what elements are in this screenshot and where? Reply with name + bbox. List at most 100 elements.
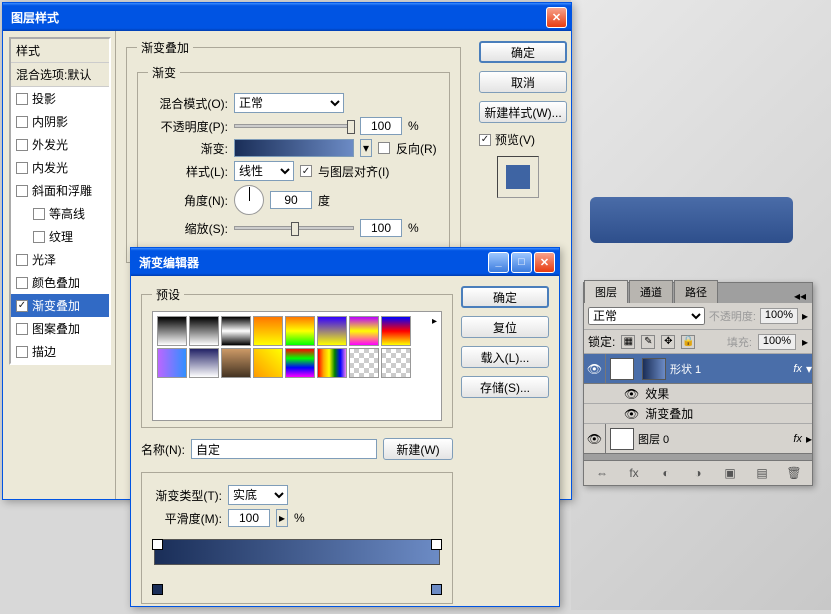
style-item-inner-shadow[interactable]: 内阴影	[11, 110, 109, 133]
preset-swatch[interactable]	[381, 316, 411, 346]
dropdown-arrow-icon[interactable]: ▾	[360, 139, 372, 157]
load-button[interactable]: 载入(L)...	[461, 346, 549, 368]
checkbox-icon[interactable]	[16, 346, 28, 358]
layer-row-layer0[interactable]: 👁 图层 0 fx ▸	[584, 424, 812, 454]
cancel-button[interactable]: 取消	[479, 71, 567, 93]
preset-menu-icon[interactable]: ▸	[432, 316, 437, 327]
checkbox-icon[interactable]	[16, 254, 28, 266]
layer-name[interactable]: 图层 0	[638, 431, 793, 447]
gradient-bar[interactable]	[154, 539, 440, 565]
mask-icon[interactable]: ◐	[657, 465, 675, 481]
reset-button[interactable]: 复位	[461, 316, 549, 338]
gradient-preview[interactable]	[234, 139, 354, 157]
effects-row[interactable]: 👁 效果	[584, 384, 812, 404]
checkbox-icon[interactable]	[16, 185, 28, 197]
opacity-input[interactable]	[360, 117, 402, 135]
preview-checkbox[interactable]	[479, 134, 491, 146]
chevron-right-icon[interactable]: ▸	[802, 335, 808, 349]
visibility-icon[interactable]: 👁	[584, 354, 606, 383]
style-item-gradient-overlay[interactable]: 渐变叠加	[11, 294, 109, 317]
blend-options-heading[interactable]: 混合选项:默认	[11, 63, 109, 87]
smooth-input[interactable]	[228, 509, 270, 527]
vector-mask-thumbnail[interactable]	[642, 358, 666, 380]
folder-icon[interactable]: ▣	[721, 465, 739, 481]
chevron-right-icon[interactable]: ▸	[802, 309, 808, 323]
preset-swatch[interactable]	[381, 348, 411, 378]
fx-icon[interactable]: fx	[625, 465, 643, 481]
new-layer-icon[interactable]: ▤	[753, 465, 771, 481]
checkbox-icon[interactable]	[16, 300, 28, 312]
close-icon[interactable]: ✕	[534, 252, 555, 273]
checkbox-icon[interactable]	[16, 323, 28, 335]
lock-all-icon[interactable]: 🔒	[681, 335, 695, 349]
save-button[interactable]: 存储(S)...	[461, 376, 549, 398]
opacity-stop[interactable]	[152, 539, 163, 550]
color-stop[interactable]	[431, 584, 442, 595]
ok-button[interactable]: 确定	[479, 41, 567, 63]
checkbox-icon[interactable]	[16, 139, 28, 151]
layer-thumbnail[interactable]	[610, 358, 634, 380]
style-item-pattern-overlay[interactable]: 图案叠加	[11, 317, 109, 340]
gradient-bar-area[interactable]	[150, 539, 444, 595]
angle-dial[interactable]	[234, 185, 264, 215]
checkbox-icon[interactable]	[16, 116, 28, 128]
dropdown-arrow-icon[interactable]: ▸	[276, 509, 288, 527]
gradient-editor-titlebar[interactable]: 渐变编辑器 _ □ ✕	[131, 248, 559, 276]
chevron-right-icon[interactable]: ▸	[806, 432, 812, 446]
preset-swatch[interactable]	[285, 348, 315, 378]
blend-mode-select[interactable]: 正常	[588, 307, 705, 325]
opacity-value[interactable]: 100%	[760, 308, 798, 324]
adjustment-icon[interactable]: ◑	[689, 465, 707, 481]
link-icon[interactable]: ⇔	[593, 465, 611, 481]
blend-mode-select[interactable]: 正常	[234, 93, 344, 113]
preset-swatch[interactable]	[349, 348, 379, 378]
ok-button[interactable]: 确定	[461, 286, 549, 308]
new-gradient-button[interactable]: 新建(W)	[383, 438, 453, 460]
layer-name[interactable]: 形状 1	[670, 361, 793, 377]
reverse-checkbox[interactable]	[378, 142, 390, 154]
tab-paths[interactable]: 路径	[674, 280, 718, 303]
preset-swatch[interactable]	[157, 316, 187, 346]
preset-swatch[interactable]	[349, 316, 379, 346]
visibility-icon[interactable]: 👁	[624, 387, 639, 401]
layer-thumbnail[interactable]	[610, 428, 634, 450]
maximize-icon[interactable]: □	[511, 252, 532, 273]
panel-menu-icon[interactable]: ◂◂	[788, 289, 812, 303]
preset-swatch[interactable]	[253, 348, 283, 378]
style-item-contour[interactable]: 等高线	[11, 202, 109, 225]
minimize-icon[interactable]: _	[488, 252, 509, 273]
new-style-button[interactable]: 新建样式(W)...	[479, 101, 567, 123]
layer-row-shape1[interactable]: 👁 形状 1 fx ▾	[584, 354, 812, 384]
preset-swatch[interactable]	[221, 348, 251, 378]
preset-swatch[interactable]	[285, 316, 315, 346]
style-item-stroke[interactable]: 描边	[11, 340, 109, 363]
fx-badge[interactable]: fx	[793, 433, 806, 445]
opacity-slider[interactable]	[234, 124, 354, 128]
style-item-drop-shadow[interactable]: 投影	[11, 87, 109, 110]
scale-slider[interactable]	[234, 226, 354, 230]
visibility-icon[interactable]: 👁	[624, 407, 639, 421]
lock-position-icon[interactable]: ✥	[661, 335, 675, 349]
fill-value[interactable]: 100%	[758, 334, 796, 350]
fx-badge[interactable]: fx	[793, 363, 806, 375]
scale-input[interactable]	[360, 219, 402, 237]
effect-gradient-overlay[interactable]: 👁 渐变叠加	[584, 404, 812, 424]
checkbox-icon[interactable]	[16, 93, 28, 105]
style-item-outer-glow[interactable]: 外发光	[11, 133, 109, 156]
style-select[interactable]: 线性	[234, 161, 294, 181]
preset-swatch[interactable]	[317, 316, 347, 346]
preset-swatch[interactable]	[253, 316, 283, 346]
lock-transparency-icon[interactable]: ▦	[621, 335, 635, 349]
checkbox-icon[interactable]	[16, 277, 28, 289]
styles-heading[interactable]: 样式	[11, 39, 109, 63]
layer-style-titlebar[interactable]: 图层样式 ✕	[3, 3, 571, 31]
preset-swatch[interactable]	[189, 348, 219, 378]
style-item-bevel[interactable]: 斜面和浮雕	[11, 179, 109, 202]
preset-swatch[interactable]	[189, 316, 219, 346]
preset-swatch[interactable]	[317, 348, 347, 378]
style-item-satin[interactable]: 光泽	[11, 248, 109, 271]
checkbox-icon[interactable]	[16, 162, 28, 174]
opacity-stop[interactable]	[431, 539, 442, 550]
preset-swatch[interactable]	[221, 316, 251, 346]
type-select[interactable]: 实底	[228, 485, 288, 505]
